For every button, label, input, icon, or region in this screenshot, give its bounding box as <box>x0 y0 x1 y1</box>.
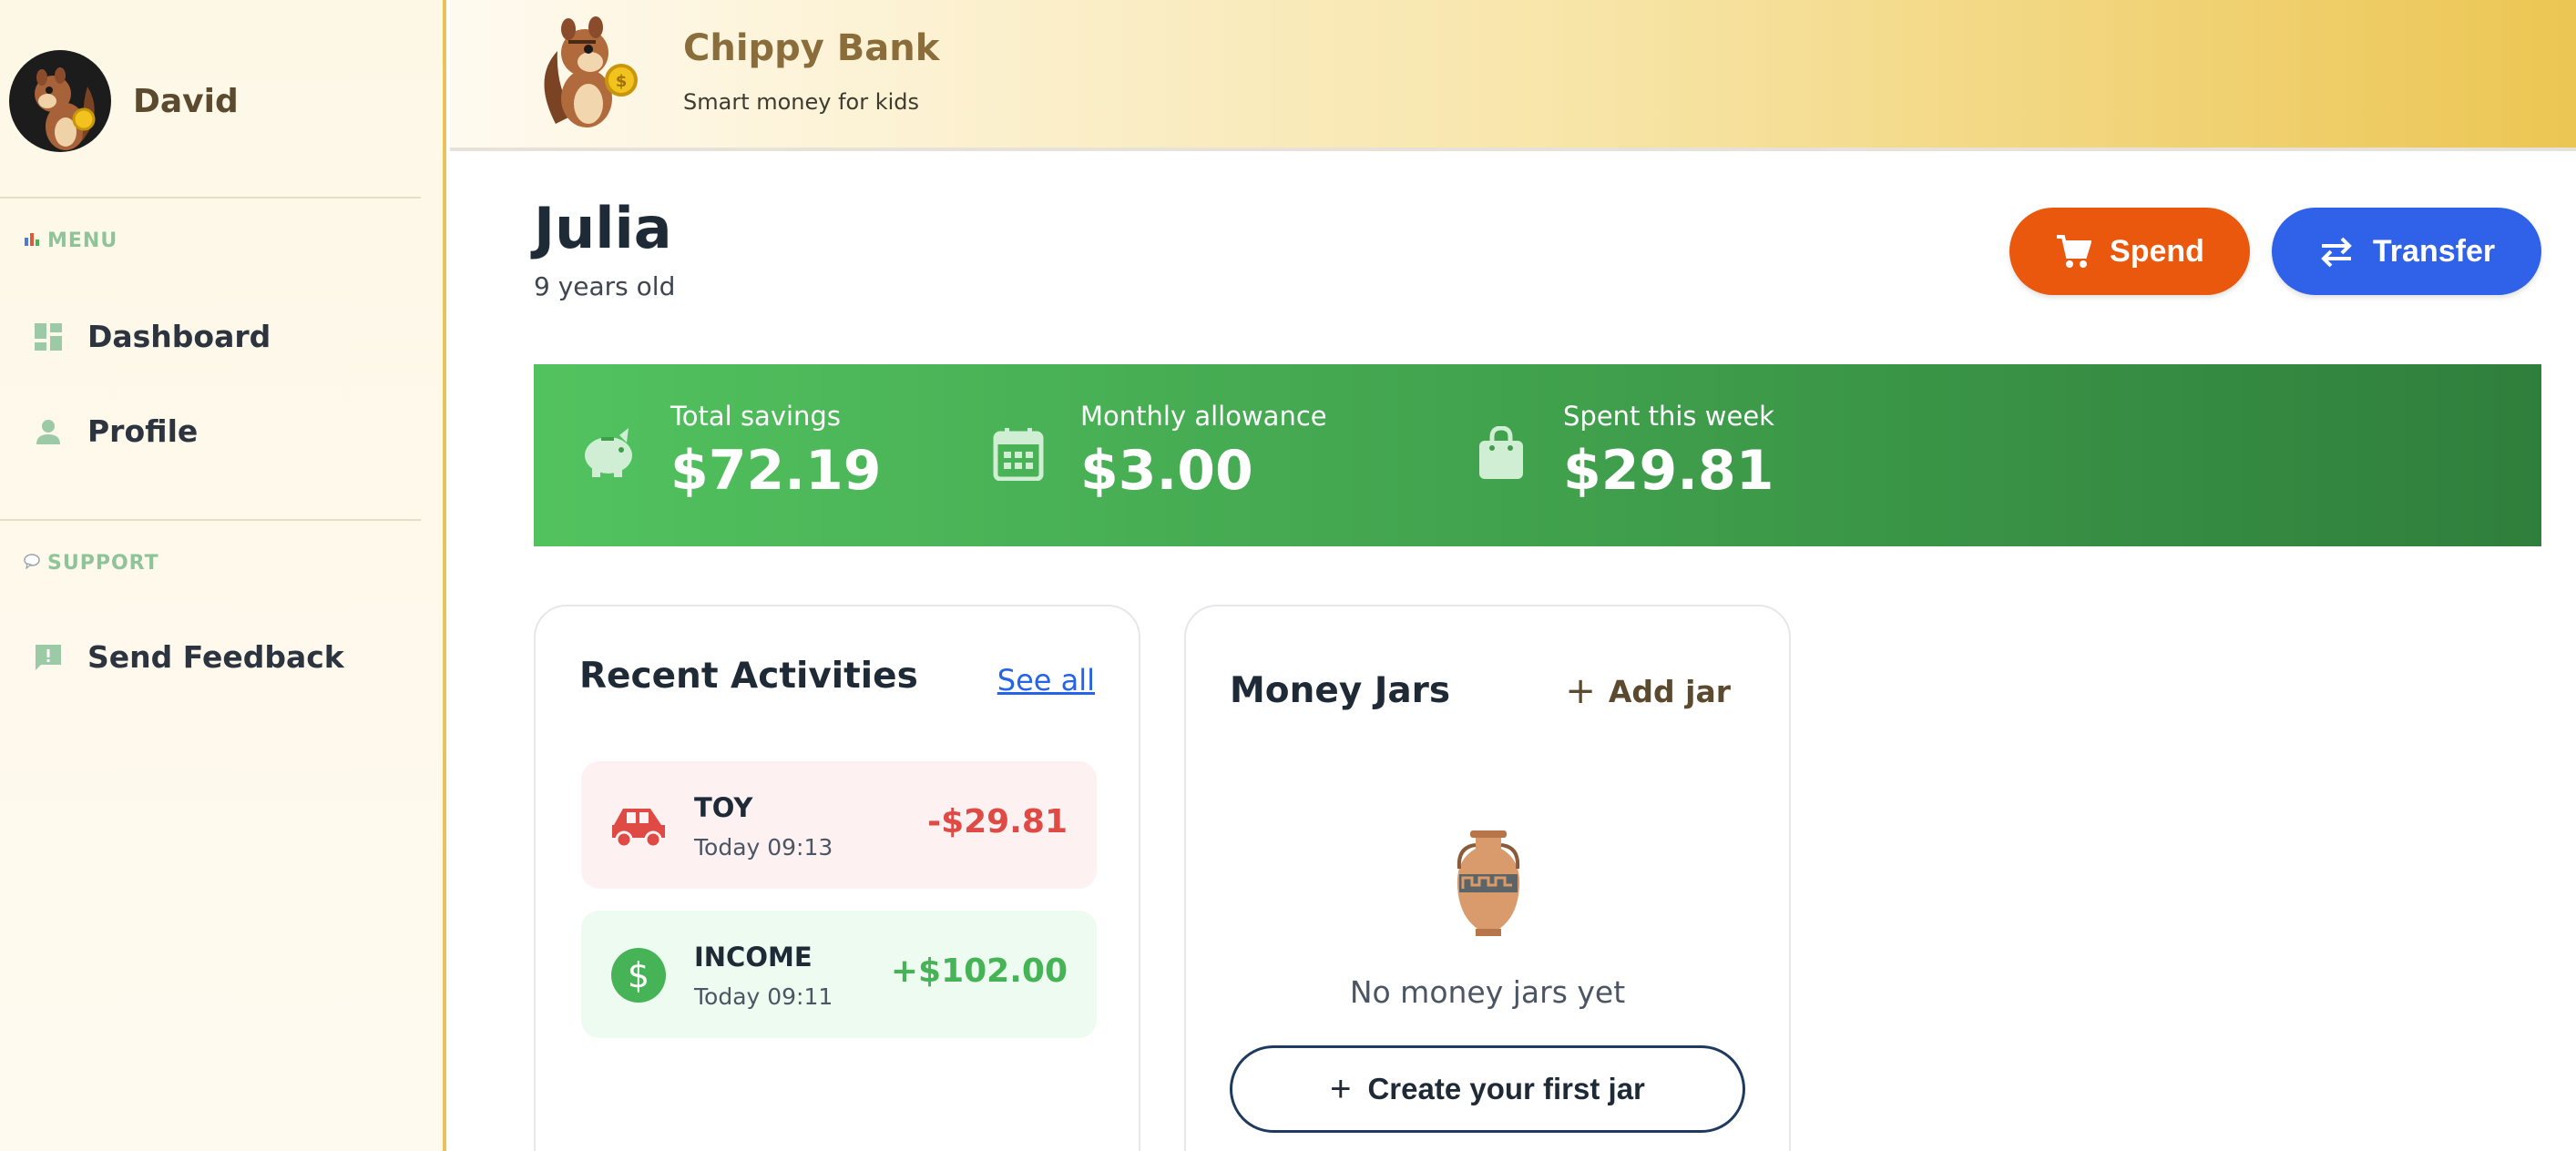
app-title: Chippy Bank <box>683 27 940 69</box>
stat-value: $29.81 <box>1563 439 1774 503</box>
person-icon <box>33 416 64 447</box>
speech-bubble-icon <box>24 553 40 574</box>
recent-activities-title: Recent Activities <box>579 656 918 697</box>
sidebar-item-profile[interactable]: Profile <box>33 413 198 449</box>
stat-monthly-allowance: Monthly allowance $3.00 <box>989 401 1327 503</box>
svg-text:$: $ <box>628 955 649 995</box>
sidebar-item-dashboard[interactable]: Dashboard <box>33 319 271 354</box>
stat-label: Spent this week <box>1563 401 1774 432</box>
activity-title: TOY <box>694 792 753 823</box>
sidebar-divider <box>0 197 421 199</box>
activity-amount: +$102.00 <box>890 952 1068 990</box>
sidebar-item-label: Dashboard <box>87 319 271 354</box>
avatar <box>9 50 111 152</box>
plus-icon: + <box>1330 1068 1352 1109</box>
stat-spent-this-week: Spent this week $29.81 <box>1472 401 1774 503</box>
app-header: $ Chippy Bank Smart money for kids <box>450 0 2576 151</box>
activity-title: INCOME <box>694 942 813 973</box>
sidebar-item-label: Profile <box>87 413 199 449</box>
user-profile[interactable]: David <box>9 50 239 152</box>
money-jars-card: Money Jars + Add jar No money jars yet +… <box>1184 605 1791 1151</box>
car-icon <box>608 796 669 856</box>
dashboard-icon <box>33 321 64 352</box>
see-all-link[interactable]: See all <box>997 663 1095 698</box>
transfer-arrows-icon <box>2318 235 2355 268</box>
vase-icon <box>1445 829 1532 938</box>
create-first-jar-button[interactable]: + Create your first jar <box>1230 1045 1745 1133</box>
cart-icon <box>2055 233 2092 270</box>
activity-time: Today 09:11 <box>694 983 833 1010</box>
stat-value: $72.19 <box>670 439 882 503</box>
child-name: Julia <box>534 195 672 261</box>
sidebar: David MENU Dashboard Profile SUPPORT Sen… <box>0 0 446 1151</box>
dollar-icon: $ <box>608 945 669 1005</box>
activity-item-income[interactable]: $ INCOME Today 09:11 +$102.00 <box>581 911 1097 1038</box>
activity-time: Today 09:13 <box>694 834 833 861</box>
plus-icon: + <box>1565 670 1596 712</box>
child-age: 9 years old <box>534 271 676 301</box>
bar-chart-icon <box>24 230 40 251</box>
feedback-icon <box>33 642 64 673</box>
sidebar-divider <box>0 519 421 521</box>
piggy-bank-icon <box>579 424 638 483</box>
recent-activities-card: Recent Activities See all TOY Today 09:1… <box>534 605 1140 1151</box>
stat-label: Monthly allowance <box>1080 401 1327 432</box>
activity-item-toy[interactable]: TOY Today 09:13 -$29.81 <box>581 761 1097 889</box>
svg-text:$: $ <box>616 72 628 91</box>
stats-banner: Total savings $72.19 Monthly allowance $… <box>534 364 2541 546</box>
calendar-icon <box>989 424 1048 483</box>
sidebar-item-label: Send Feedback <box>87 639 344 675</box>
shopping-bag-icon <box>1472 424 1530 483</box>
add-jar-button[interactable]: + Add jar <box>1565 670 1731 712</box>
menu-section-label: MENU <box>24 229 118 252</box>
empty-state-text: No money jars yet <box>1349 974 1626 1010</box>
spend-button[interactable]: Spend <box>2009 208 2250 295</box>
stat-total-savings: Total savings $72.19 <box>579 401 882 503</box>
chipmunk-logo: $ <box>537 15 639 129</box>
stat-value: $3.00 <box>1080 439 1253 503</box>
app-subtitle: Smart money for kids <box>683 89 920 115</box>
transfer-button[interactable]: Transfer <box>2272 208 2541 295</box>
sidebar-item-send-feedback[interactable]: Send Feedback <box>33 639 344 675</box>
stat-label: Total savings <box>670 401 841 432</box>
activity-amount: -$29.81 <box>927 803 1068 840</box>
user-name: David <box>133 82 239 120</box>
money-jars-title: Money Jars <box>1230 670 1451 711</box>
support-section-label: SUPPORT <box>24 552 159 575</box>
